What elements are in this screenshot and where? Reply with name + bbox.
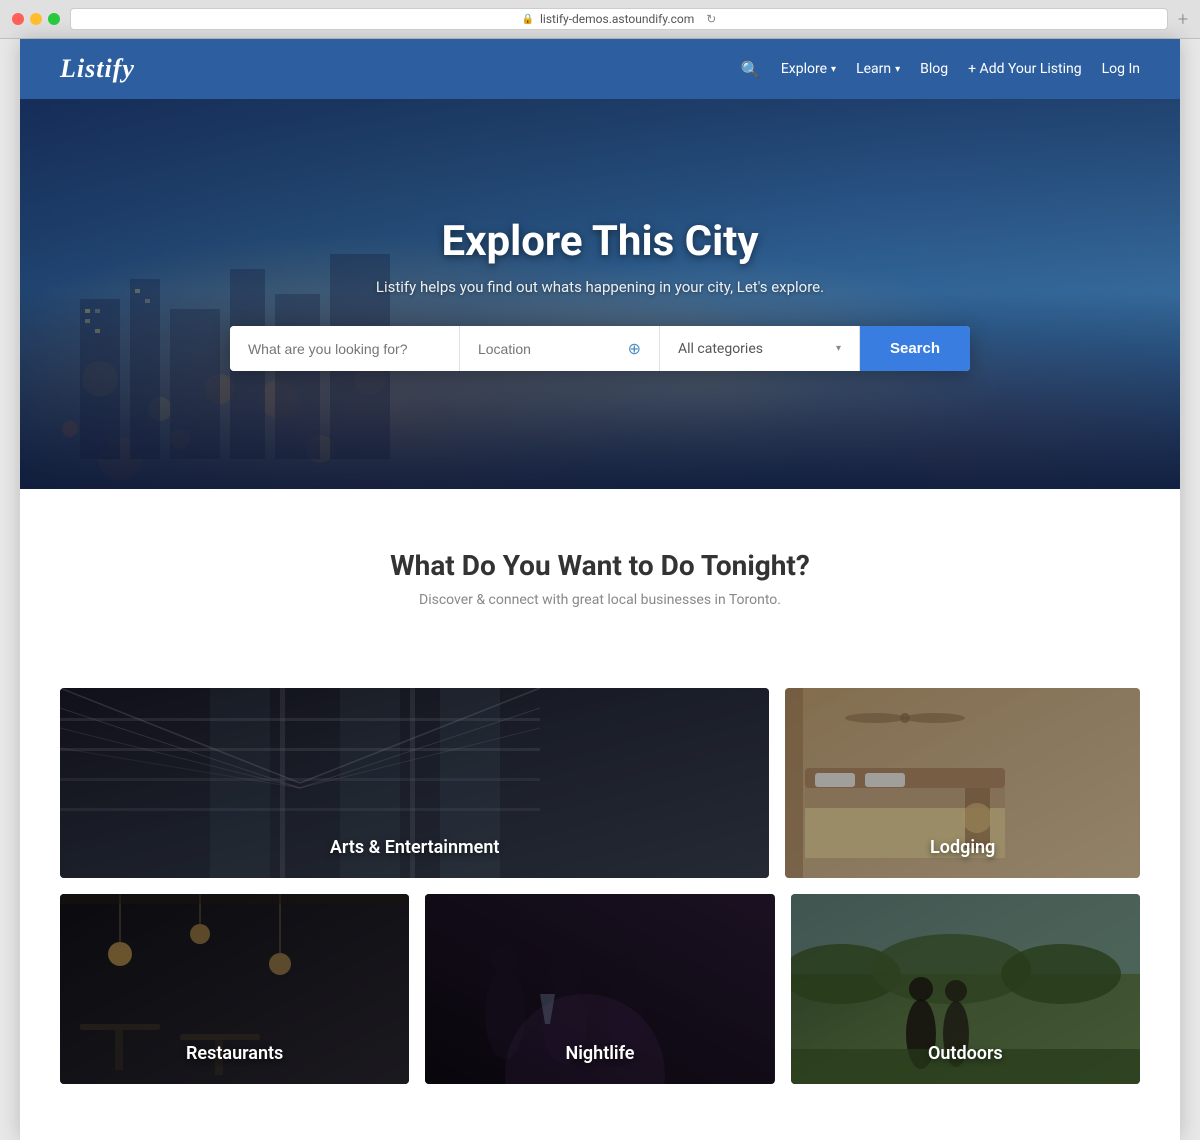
category-chevron-icon: ▾ [836,343,841,354]
search-button[interactable]: Search [860,326,970,371]
login-nav-item[interactable]: Log In [1102,61,1140,77]
hero-section: Explore This City Listify helps you find… [20,99,1180,489]
nightlife-label: Nightlife [566,1043,635,1064]
main-nav: 🔍 Explore ▾ Learn ▾ Blog + Add Your List… [741,60,1140,79]
gps-icon[interactable]: ⊕ [628,339,641,358]
refresh-icon[interactable]: ↻ [706,12,716,26]
category-card-restaurants[interactable]: Restaurants [60,894,409,1084]
minimize-button[interactable] [30,13,42,25]
location-input[interactable] [478,341,620,357]
new-tab-button[interactable]: + [1178,9,1188,30]
section-subtitle: Discover & connect with great local busi… [60,592,1140,608]
category-select[interactable]: All categories ▾ [660,326,860,371]
search-icon[interactable]: 🔍 [741,60,761,79]
arts-label: Arts & Entertainment [330,837,500,858]
url-text: listify-demos.astoundify.com [540,12,694,26]
lock-icon: 🔒 [522,14,534,25]
address-bar[interactable]: 🔒 listify-demos.astoundify.com ↻ [70,8,1168,30]
section-title: What Do You Want to Do Tonight? [60,549,1140,582]
hero-title: Explore This City [376,217,824,266]
location-input-wrap: ⊕ [460,326,660,371]
restaurants-label: Restaurants [186,1043,283,1064]
learn-nav-item[interactable]: Learn ▾ [856,61,900,77]
close-button[interactable] [12,13,24,25]
blog-nav-item[interactable]: Blog [920,61,948,77]
hero-content: Explore This City Listify helps you find… [376,217,824,296]
site-header: Listify 🔍 Explore ▾ Learn ▾ Blog + Add Y… [20,39,1180,99]
category-grid: Arts & Entertainment [20,688,1180,1140]
browser-window-controls [12,13,60,25]
category-card-lodging[interactable]: Lodging [785,688,1140,878]
add-listing-nav-item[interactable]: + Add Your Listing [968,61,1081,77]
category-section: What Do You Want to Do Tonight? Discover… [20,489,1180,688]
category-card-nightlife[interactable]: Nightlife [425,894,774,1084]
category-card-arts[interactable]: Arts & Entertainment [60,688,769,878]
explore-chevron-icon: ▾ [831,64,836,75]
what-search-input[interactable] [230,326,460,371]
hero-subtitle: Listify helps you find out whats happeni… [376,278,824,296]
search-bar: ⊕ All categories ▾ Search [230,326,970,371]
category-select-label: All categories [678,341,763,357]
browser-chrome: 🔒 listify-demos.astoundify.com ↻ + [0,0,1200,39]
learn-chevron-icon: ▾ [895,64,900,75]
lodging-label: Lodging [930,837,995,858]
outdoors-label: Outdoors [928,1043,1003,1064]
city-lights-overlay [20,289,1180,489]
category-row-1: Arts & Entertainment [60,688,1140,878]
category-card-outdoors[interactable]: Outdoors [791,894,1140,1084]
category-row-2: Restaurants [60,894,1140,1084]
logo[interactable]: Listify [60,54,135,84]
maximize-button[interactable] [48,13,60,25]
explore-nav-item[interactable]: Explore ▾ [781,61,836,77]
